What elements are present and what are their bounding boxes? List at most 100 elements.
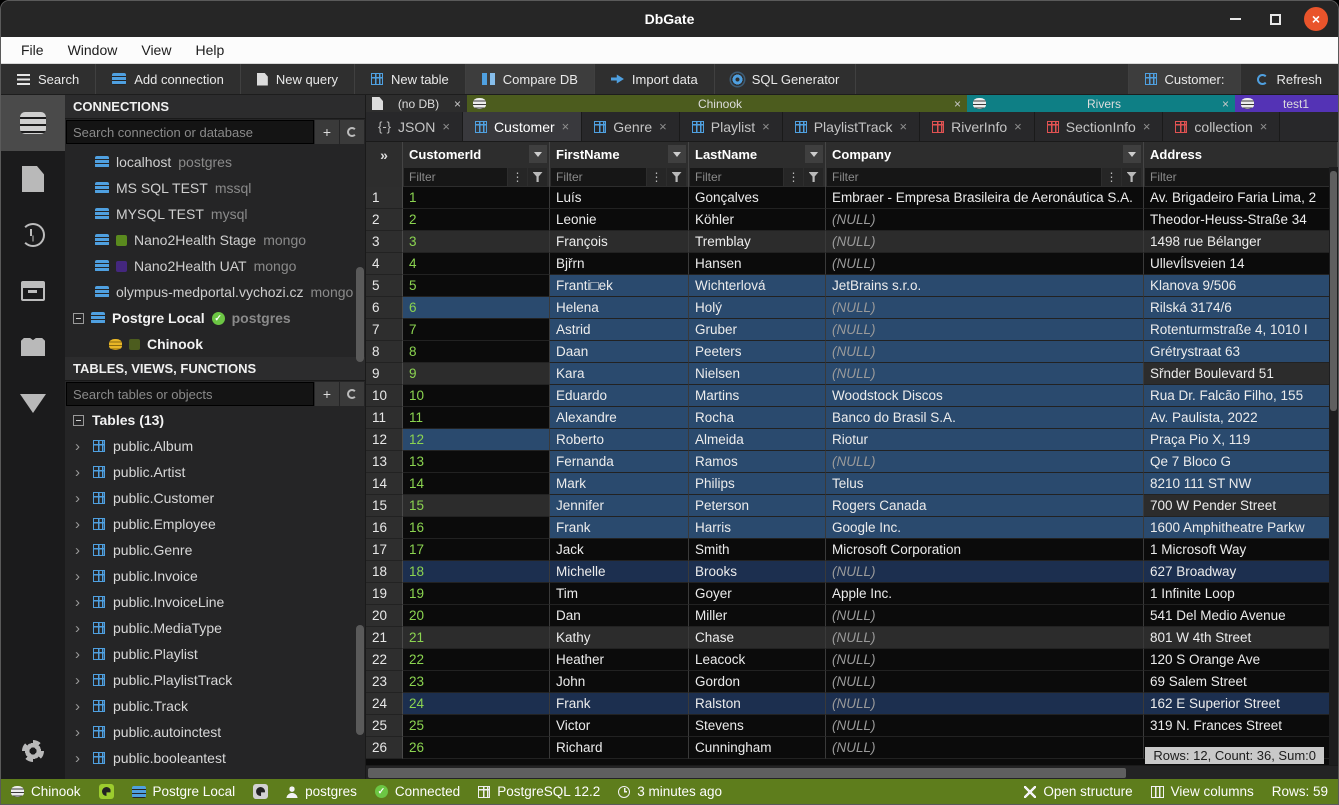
cell-company[interactable]: Banco do Brasil S.A.	[826, 407, 1144, 429]
status-view-columns[interactable]: View columns	[1151, 784, 1254, 799]
close-icon[interactable]: ×	[442, 119, 450, 134]
cell-lastname[interactable]: Martins	[689, 385, 826, 407]
horizontal-scrollbar-handle[interactable]	[368, 768, 1126, 778]
cell-address[interactable]: 541 Del Medio Avenue	[1144, 605, 1338, 627]
connection-item[interactable]: MYSQL TESTmysql	[65, 201, 365, 227]
chevron-down-icon[interactable]	[668, 145, 686, 163]
funnel-icon[interactable]	[1122, 168, 1141, 186]
cell-company[interactable]: (NULL)	[826, 253, 1144, 275]
cell-customerid[interactable]: 26	[403, 737, 550, 759]
cell-customerid[interactable]: 23	[403, 671, 550, 693]
cell-customerid[interactable]: 1	[403, 187, 550, 209]
search-button[interactable]: Search	[1, 64, 96, 94]
cell-address[interactable]: UllevÍlsveien 14	[1144, 253, 1338, 275]
row-number[interactable]: 26	[366, 737, 403, 759]
reload-connections-button[interactable]	[340, 120, 364, 144]
cell-company[interactable]: Riotur	[826, 429, 1144, 451]
row-number[interactable]: 13	[366, 451, 403, 473]
cell-lastname[interactable]: Harris	[689, 517, 826, 539]
cell-company[interactable]: (NULL)	[826, 715, 1144, 737]
rail-files-button[interactable]	[1, 151, 65, 207]
chevron-right-icon[interactable]: ›	[75, 646, 85, 663]
row-number[interactable]: 2	[366, 209, 403, 231]
cell-address[interactable]: 319 N. Frances Street	[1144, 715, 1338, 737]
column-header-address[interactable]: Address	[1144, 142, 1338, 167]
column-header-customerid[interactable]: CustomerId	[403, 142, 550, 167]
cell-company[interactable]: (NULL)	[826, 649, 1144, 671]
cell-firstname[interactable]: Daan	[550, 341, 689, 363]
cell-customerid[interactable]: 11	[403, 407, 550, 429]
tables-group[interactable]: Tables (13)	[65, 407, 365, 433]
cell-lastname[interactable]: Peeters	[689, 341, 826, 363]
collapse-icon[interactable]	[73, 313, 84, 324]
row-number[interactable]: 25	[366, 715, 403, 737]
rail-connections-button[interactable]	[1, 95, 65, 151]
close-icon[interactable]: ×	[1143, 119, 1151, 134]
cell-firstname[interactable]: Richard	[550, 737, 689, 759]
cell-address[interactable]: Sřnder Boulevard 51	[1144, 363, 1338, 385]
cell-company[interactable]: (NULL)	[826, 693, 1144, 715]
import-data-button[interactable]: Import data	[595, 64, 715, 94]
cell-lastname[interactable]: Gruber	[689, 319, 826, 341]
rail-settings-button[interactable]	[1, 723, 65, 779]
cell-company[interactable]: (NULL)	[826, 231, 1144, 253]
cell-lastname[interactable]: Peterson	[689, 495, 826, 517]
compare-db-button[interactable]: Compare DB	[466, 64, 595, 94]
table-tree-item[interactable]: ›public.autoinctest	[65, 719, 365, 745]
row-number[interactable]: 4	[366, 253, 403, 275]
cell-lastname[interactable]: Almeida	[689, 429, 826, 451]
row-number[interactable]: 12	[366, 429, 403, 451]
cell-address[interactable]: 120 S Orange Ave	[1144, 649, 1338, 671]
cell-firstname[interactable]: Tim	[550, 583, 689, 605]
connection-item[interactable]: MS SQL TESTmssql	[65, 175, 365, 201]
cell-lastname[interactable]: Nielsen	[689, 363, 826, 385]
filter-menu-icon[interactable]: ⋮	[508, 168, 527, 186]
column-header-firstname[interactable]: FirstName	[550, 142, 689, 167]
connection-item[interactable]: Nano2Health Stagemongo	[65, 227, 365, 253]
rail-filter-button[interactable]	[1, 375, 65, 431]
table-tree-item[interactable]: ›public.MediaType	[65, 615, 365, 641]
new-query-button[interactable]: New query	[241, 64, 355, 94]
table-tree-item[interactable]: ›public.Genre	[65, 537, 365, 563]
cell-firstname[interactable]: Kathy	[550, 627, 689, 649]
add-connection-button[interactable]: Add connection	[96, 64, 241, 94]
menu-file[interactable]: File	[11, 40, 54, 60]
cell-address[interactable]: 1600 Amphitheatre Parkw	[1144, 517, 1338, 539]
cell-customerid[interactable]: 10	[403, 385, 550, 407]
filter-menu-icon[interactable]: ⋮	[784, 168, 803, 186]
cell-address[interactable]: Theodor-Heuss-Straße 34	[1144, 209, 1338, 231]
cell-firstname[interactable]: Luís	[550, 187, 689, 209]
cell-address[interactable]: 69 Salem Street	[1144, 671, 1338, 693]
chevron-right-icon[interactable]: ›	[75, 724, 85, 741]
chevron-right-icon[interactable]: ›	[75, 464, 85, 481]
close-icon[interactable]: ×	[762, 119, 770, 134]
tab-playlisttrack[interactable]: PlaylistTrack×	[783, 112, 920, 141]
cell-company[interactable]: Embraer - Empresa Brasileira de Aeronáut…	[826, 187, 1144, 209]
cell-company[interactable]: Microsoft Corporation	[826, 539, 1144, 561]
cell-lastname[interactable]: Tremblay	[689, 231, 826, 253]
cell-firstname[interactable]: François	[550, 231, 689, 253]
connection-item[interactable]: Chinook	[65, 331, 365, 357]
close-icon[interactable]: ×	[454, 97, 461, 111]
row-number[interactable]: 15	[366, 495, 403, 517]
add-connection-small-button[interactable]: +	[315, 120, 339, 144]
filter-menu-icon[interactable]: ⋮	[1102, 168, 1121, 186]
row-number[interactable]: 17	[366, 539, 403, 561]
cell-company[interactable]: Google Inc.	[826, 517, 1144, 539]
cell-company[interactable]: (NULL)	[826, 627, 1144, 649]
cell-company[interactable]: (NULL)	[826, 561, 1144, 583]
sql-generator-button[interactable]: SQL Generator	[715, 64, 857, 94]
chevron-right-icon[interactable]: ›	[75, 672, 85, 689]
connections-scrollbar[interactable]	[356, 267, 364, 362]
funnel-icon[interactable]	[667, 168, 686, 186]
rail-history-button[interactable]	[1, 207, 65, 263]
row-number[interactable]: 9	[366, 363, 403, 385]
row-number[interactable]: 10	[366, 385, 403, 407]
row-number[interactable]: 16	[366, 517, 403, 539]
table-tree-item[interactable]: ›public.Invoice	[65, 563, 365, 589]
cell-address[interactable]: Rotenturmstraße 4, 1010 I	[1144, 319, 1338, 341]
cell-customerid[interactable]: 19	[403, 583, 550, 605]
tab-sectioninfo[interactable]: SectionInfo×	[1035, 112, 1164, 141]
cell-customerid[interactable]: 22	[403, 649, 550, 671]
cell-company[interactable]: (NULL)	[826, 319, 1144, 341]
